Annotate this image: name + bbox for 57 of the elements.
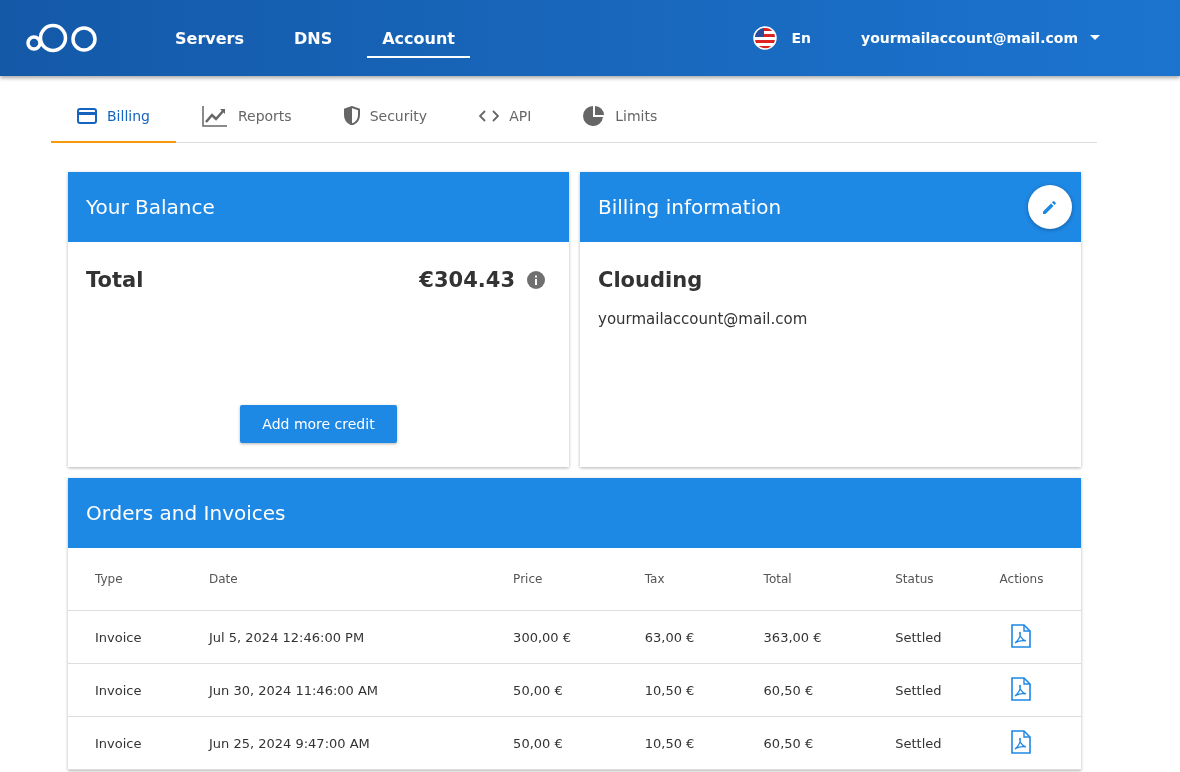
logo-icon[interactable] — [26, 23, 98, 53]
table-cell: Invoice — [95, 682, 142, 698]
table-cell: 60,50 € — [763, 735, 814, 751]
card-title: Billing information — [598, 195, 782, 219]
table-cell: 363,00 € — [763, 629, 822, 645]
pie-chart-icon — [583, 104, 606, 127]
card-title: Your Balance — [86, 195, 215, 219]
edit-button[interactable] — [1028, 185, 1072, 229]
column-header: Total — [763, 572, 792, 586]
table-cell: Settled — [895, 629, 942, 645]
table-cell: Settled — [895, 735, 942, 751]
shield-icon — [343, 106, 360, 125]
pdf-icon[interactable] — [1011, 623, 1032, 648]
code-icon — [479, 109, 500, 122]
add-credit-button[interactable]: Add more credit — [240, 405, 397, 443]
company-name: Clouding — [598, 268, 704, 292]
table-cell: Settled — [895, 682, 942, 698]
tab[interactable]: Billing — [51, 90, 176, 143]
column-header: Type — [95, 572, 123, 586]
table-cell: 10,50 € — [644, 682, 695, 698]
tab[interactable]: Limits — [557, 90, 684, 143]
table-cell: 63,00 € — [644, 629, 695, 645]
table-cell: Jul 5, 2024 12:46:00 PM — [208, 629, 365, 645]
table-cell: 60,50 € — [763, 682, 814, 698]
column-header: Tax — [644, 572, 665, 586]
us-flag-icon[interactable] — [753, 26, 778, 50]
nav-link[interactable]: Servers — [160, 0, 259, 76]
table-cell: Jun 25, 2024 9:47:00 AM — [208, 735, 370, 751]
card-title: Orders and Invoices — [86, 501, 286, 525]
pdf-icon[interactable] — [1011, 729, 1032, 754]
nav-link[interactable]: Account — [367, 0, 470, 58]
balance-amount: €304.43 — [419, 268, 515, 292]
tab[interactable]: API — [453, 90, 558, 143]
pdf-icon[interactable] — [1011, 676, 1032, 701]
line-chart-icon — [201, 104, 228, 127]
info-icon[interactable] — [527, 271, 545, 289]
billing-email: yourmailaccount@mail.com — [598, 310, 809, 328]
caret-icon[interactable] — [1090, 35, 1100, 41]
pencil-icon — [1041, 198, 1059, 216]
credit-card-icon — [77, 107, 97, 124]
column-header: Price — [513, 572, 543, 586]
total-label: Total — [86, 268, 144, 292]
table-cell: Invoice — [95, 629, 142, 645]
tab[interactable]: Security — [317, 90, 454, 143]
column-header: Date — [208, 572, 238, 586]
account-email[interactable]: yourmailaccount@mail.com — [861, 30, 1078, 46]
table-cell: 50,00 € — [513, 735, 563, 751]
table-cell: Invoice — [95, 735, 142, 751]
table-cell: 50,00 € — [513, 682, 563, 698]
column-header: Status — [895, 572, 934, 586]
nav-link[interactable]: DNS — [278, 0, 348, 76]
tab[interactable]: Reports — [175, 90, 318, 143]
language-label[interactable]: En — [791, 30, 811, 46]
table-cell: 300,00 € — [513, 629, 571, 645]
table-cell: Jun 30, 2024 11:46:00 AM — [208, 682, 379, 698]
table-cell: 10,50 € — [644, 735, 695, 751]
column-header: Actions — [999, 572, 1044, 586]
